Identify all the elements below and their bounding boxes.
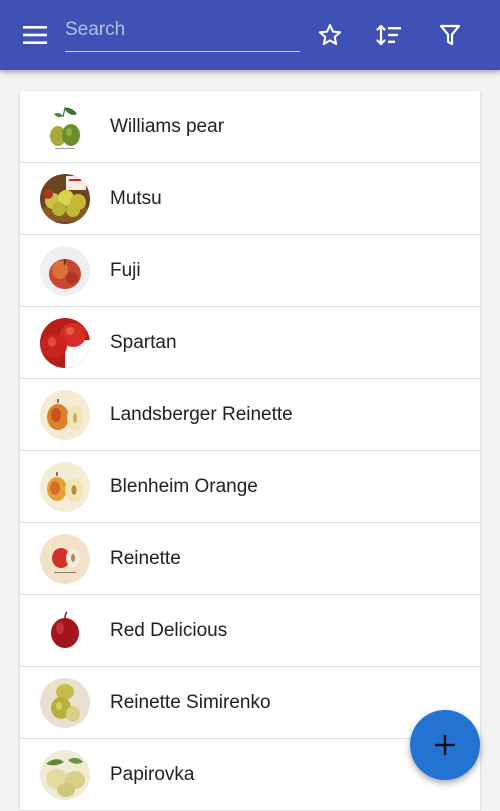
sort-icon bbox=[376, 24, 401, 46]
fruit-list: Williams pear Mutsu Fuji Spartan Landsbe… bbox=[20, 91, 480, 811]
apple-basket-image bbox=[40, 174, 90, 224]
pear-image bbox=[40, 102, 90, 152]
list-item-label: Spartan bbox=[110, 332, 177, 353]
list-item[interactable]: Reinette bbox=[20, 523, 480, 595]
apple-illustration-image bbox=[40, 390, 90, 440]
list-item[interactable]: Blenheim Orange bbox=[20, 451, 480, 523]
list-item-label: Landsberger Reinette bbox=[110, 404, 293, 425]
add-button[interactable] bbox=[410, 710, 480, 780]
apple-image bbox=[40, 606, 90, 656]
apple-illustration-image bbox=[40, 534, 90, 584]
menu-icon bbox=[23, 26, 47, 44]
list-item-label: Reinette bbox=[110, 548, 181, 569]
star-icon bbox=[318, 24, 342, 46]
list-item[interactable]: Fuji bbox=[20, 235, 480, 307]
list-item[interactable]: Williams pear bbox=[20, 91, 480, 163]
list-item-label: Blenheim Orange bbox=[110, 476, 258, 497]
favorites-button[interactable] bbox=[311, 16, 349, 54]
list-item-label: Fuji bbox=[110, 260, 141, 281]
list-item[interactable]: Spartan bbox=[20, 307, 480, 379]
apple-illustration-image bbox=[40, 678, 90, 728]
list-item-label: Reinette Simirenko bbox=[110, 692, 271, 713]
list-item[interactable]: Landsberger Reinette bbox=[20, 379, 480, 451]
list-item-label: Papirovka bbox=[110, 764, 195, 785]
sort-button[interactable] bbox=[370, 16, 408, 54]
list-item-label: Williams pear bbox=[110, 116, 225, 137]
search-input[interactable] bbox=[65, 14, 300, 46]
apple-illustration-image bbox=[40, 462, 90, 512]
filter-button[interactable] bbox=[431, 16, 469, 54]
list-item[interactable]: Reinette Simirenko bbox=[20, 667, 480, 739]
filter-icon bbox=[439, 24, 461, 46]
list-item[interactable]: Mutsu bbox=[20, 163, 480, 235]
list-item-label: Red Delicious bbox=[110, 620, 228, 641]
apple-illustration-image bbox=[40, 750, 90, 800]
list-item[interactable]: Red Delicious bbox=[20, 595, 480, 667]
menu-button[interactable] bbox=[18, 18, 52, 52]
apple-image bbox=[40, 246, 90, 296]
apple-image bbox=[40, 318, 90, 368]
plus-icon bbox=[435, 735, 455, 755]
app-bar bbox=[0, 0, 500, 70]
search-field bbox=[65, 14, 300, 52]
list-item-label: Mutsu bbox=[110, 188, 162, 209]
